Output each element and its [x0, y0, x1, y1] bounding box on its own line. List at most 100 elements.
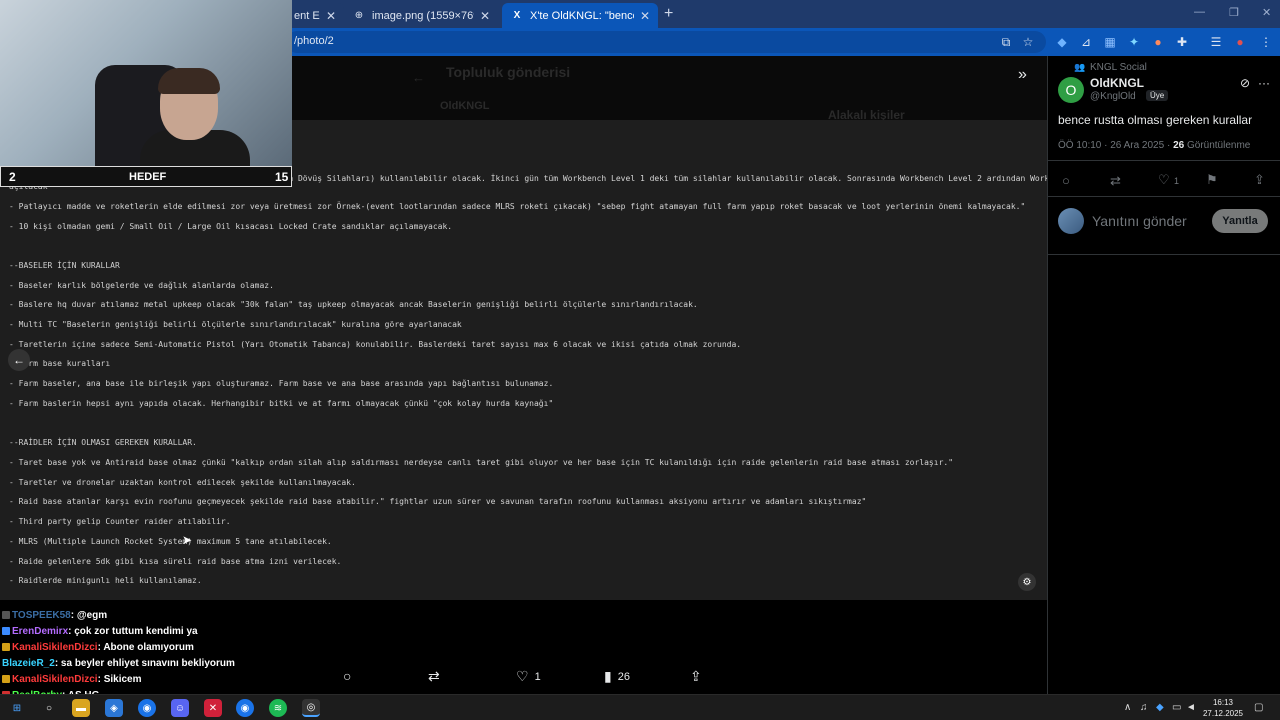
community-name[interactable]: KNGL Social [1090, 62, 1147, 73]
back-arrow-icon[interactable]: ← [8, 349, 30, 371]
chrome-icon[interactable]: ◉ [138, 699, 156, 717]
tray-app-icon[interactable]: ◆ [1156, 702, 1164, 713]
document-line: - Third party gelip Counter raider atıla… [9, 517, 231, 526]
display-name[interactable]: OldKNGL [1090, 76, 1144, 90]
chat-username: KanaliSikilenDizci [12, 674, 98, 685]
extensions-puzzle-icon[interactable]: ✚ [1174, 34, 1190, 50]
discord-icon[interactable]: ☺ [171, 699, 189, 717]
streamer-hair [158, 68, 220, 94]
reply-button[interactable]: ○ [343, 668, 357, 684]
menu-dots-icon[interactable]: ⋮ [1258, 34, 1274, 50]
hud-label: HEDEF [129, 171, 167, 183]
divider [1048, 160, 1280, 161]
document-line: - Raid base atanlar karşı evin roofunu g… [9, 497, 867, 506]
hud-right-number: 15 [275, 170, 289, 184]
reply-button[interactable]: Yanıtla [1212, 209, 1268, 233]
reply-input[interactable]: Yanıtını gönder [1092, 213, 1187, 229]
more-options-icon[interactable]: ··· [1258, 76, 1270, 90]
retweet-icon: ⇄ [428, 668, 440, 684]
user-handle[interactable]: @KnglOld [1090, 91, 1136, 102]
app-x-icon[interactable]: ✕ [204, 699, 222, 717]
tab-title: image.png (1559×769) [372, 9, 474, 22]
views-button[interactable]: ▮ 26 [604, 668, 630, 685]
tab-x-post[interactable]: X X'te OldKNGL: "bence rustta ol ✕ [502, 3, 658, 28]
chat-badge-icon [2, 675, 10, 684]
panel-like-count: 1 [1174, 176, 1180, 186]
install-app-icon[interactable]: ⧉ [998, 34, 1014, 50]
address-bar[interactable]: /photo/2 [286, 31, 1046, 53]
extension-icon[interactable]: ● [1150, 34, 1166, 50]
document-line: - Raide gelenlere 5dk gibi kısa süreli r… [9, 557, 342, 566]
clock-time: 16:13 [1212, 698, 1234, 707]
document-line: - Baslere hq duvar atılamaz metal upkeep… [9, 300, 698, 309]
avatar[interactable]: O [1058, 77, 1084, 103]
share-button[interactable]: ⇪ [690, 668, 708, 685]
close-window-icon[interactable]: ✕ [1262, 6, 1271, 19]
share-icon[interactable]: ⇪ [1254, 172, 1265, 188]
document-line: - Farm baseler, ana base ile birleşik ya… [9, 379, 554, 388]
chevron-up-icon[interactable]: ∧ [1124, 702, 1131, 713]
bookmark-star-icon[interactable]: ☆ [1020, 34, 1036, 50]
reading-list-icon[interactable]: ☰ [1208, 34, 1224, 50]
tweet-timestamp[interactable]: ÖÖ 10:10 · 26 Ara 2025 · [1058, 140, 1173, 151]
close-icon[interactable]: ✕ [640, 9, 650, 23]
document-line: - Raidlerde minigunlı heli kullanılamaz. [9, 576, 202, 585]
post-action-bar: ○ ⇄ ♡ 1 ▮ 26 ⇪ [0, 668, 1047, 688]
document-line: - Multi TC "Baselerin genişliği belirli … [9, 320, 462, 329]
headset-icon[interactable]: ♫ [1140, 702, 1148, 713]
tweet-views-label: Görüntülenme [1184, 140, 1251, 151]
windows-start-icon[interactable]: ⊞ [8, 699, 26, 717]
close-icon[interactable]: ✕ [326, 9, 336, 23]
extension-icon[interactable]: ◆ [1054, 34, 1070, 50]
close-icon[interactable]: ✕ [480, 9, 490, 23]
volume-icon[interactable]: ◄ [1186, 702, 1196, 713]
member-badge: Üye [1146, 90, 1169, 101]
document-line: - MLRS (Multiple Launch Rocket System) m… [9, 537, 332, 546]
chat-text: : @egm [70, 610, 108, 621]
document-line: - Taretler ve dronelar uzaktan kontrol e… [9, 478, 356, 487]
obs-icon[interactable]: ◎ [302, 699, 320, 717]
image-options-icon[interactable]: ⚙ [1018, 573, 1036, 591]
network-icon[interactable]: ▭ [1172, 702, 1181, 713]
like-button[interactable]: ♡ 1 [516, 668, 541, 685]
heart-icon: ♡ [516, 668, 529, 684]
search-icon[interactable]: ○ [40, 699, 58, 717]
tab-image[interactable]: ⊕ image.png (1559×769) ✕ [344, 3, 498, 28]
grok-icon[interactable]: ⊘ [1240, 76, 1250, 90]
heart-icon[interactable]: ♡ [1158, 172, 1170, 188]
copilot-icon[interactable]: ◈ [105, 699, 123, 717]
windows-taskbar: ⊞ ○ ▬ ◈ ◉ ☺ ✕ ◉ ≋ ◎ ∧ ♫ ◆ ▭ ◄ 16:13 27.1… [0, 694, 1280, 720]
share-icon: ⇪ [690, 668, 702, 684]
bookmark-icon[interactable]: ⚑ [1206, 172, 1218, 188]
extension-icon[interactable]: ▦ [1102, 34, 1118, 50]
chat-text: : sa beyler ehliyet sınavını bekliyorum [54, 658, 235, 669]
new-tab-icon[interactable]: + [664, 5, 673, 23]
document-line: - Taret base yok ve Antiraid base olmaz … [9, 458, 954, 467]
reply-icon[interactable]: ○ [1062, 173, 1070, 188]
chat-message: KanaliSikilenDizci: Abone olamıyorum [2, 642, 194, 653]
chat-username: ErenDemirx [12, 626, 69, 637]
tab-ent[interactable]: ent Ersə ✕ [286, 3, 344, 28]
expand-panel-icon[interactable]: » [1018, 66, 1027, 84]
chat-text: : Sikicem [97, 674, 142, 685]
retweet-icon[interactable]: ⇄ [1110, 173, 1121, 189]
extension-icon[interactable]: ⊿ [1078, 34, 1094, 50]
background-title: Topluluk gönderisi [446, 64, 571, 80]
extension-icon[interactable]: ✦ [1126, 34, 1142, 50]
x-logo-icon: X [513, 10, 521, 21]
profile-avatar[interactable]: ● [1232, 34, 1248, 50]
avatar-letter: O [1065, 82, 1077, 98]
notifications-icon[interactable]: ▢ [1254, 702, 1263, 713]
tab-title: X'te OldKNGL: "bence rustta ol [530, 9, 634, 22]
restore-icon[interactable]: ❐ [1229, 6, 1239, 19]
community-icon: 👥 [1074, 62, 1086, 72]
minimize-icon[interactable]: — [1194, 6, 1205, 18]
mouse-cursor-icon: ➤ [182, 533, 193, 547]
chat-username: BlazeieR_2 [2, 658, 55, 669]
chrome-icon[interactable]: ◉ [236, 699, 254, 717]
retweet-button[interactable]: ⇄ [428, 668, 446, 685]
spotify-icon[interactable]: ≋ [269, 699, 287, 717]
system-clock[interactable]: 16:13 27.12.2025 [1198, 697, 1248, 719]
document-line: - Patlayıcı madde ve roketlerin elde edi… [9, 202, 1026, 211]
file-explorer-icon[interactable]: ▬ [72, 699, 90, 717]
